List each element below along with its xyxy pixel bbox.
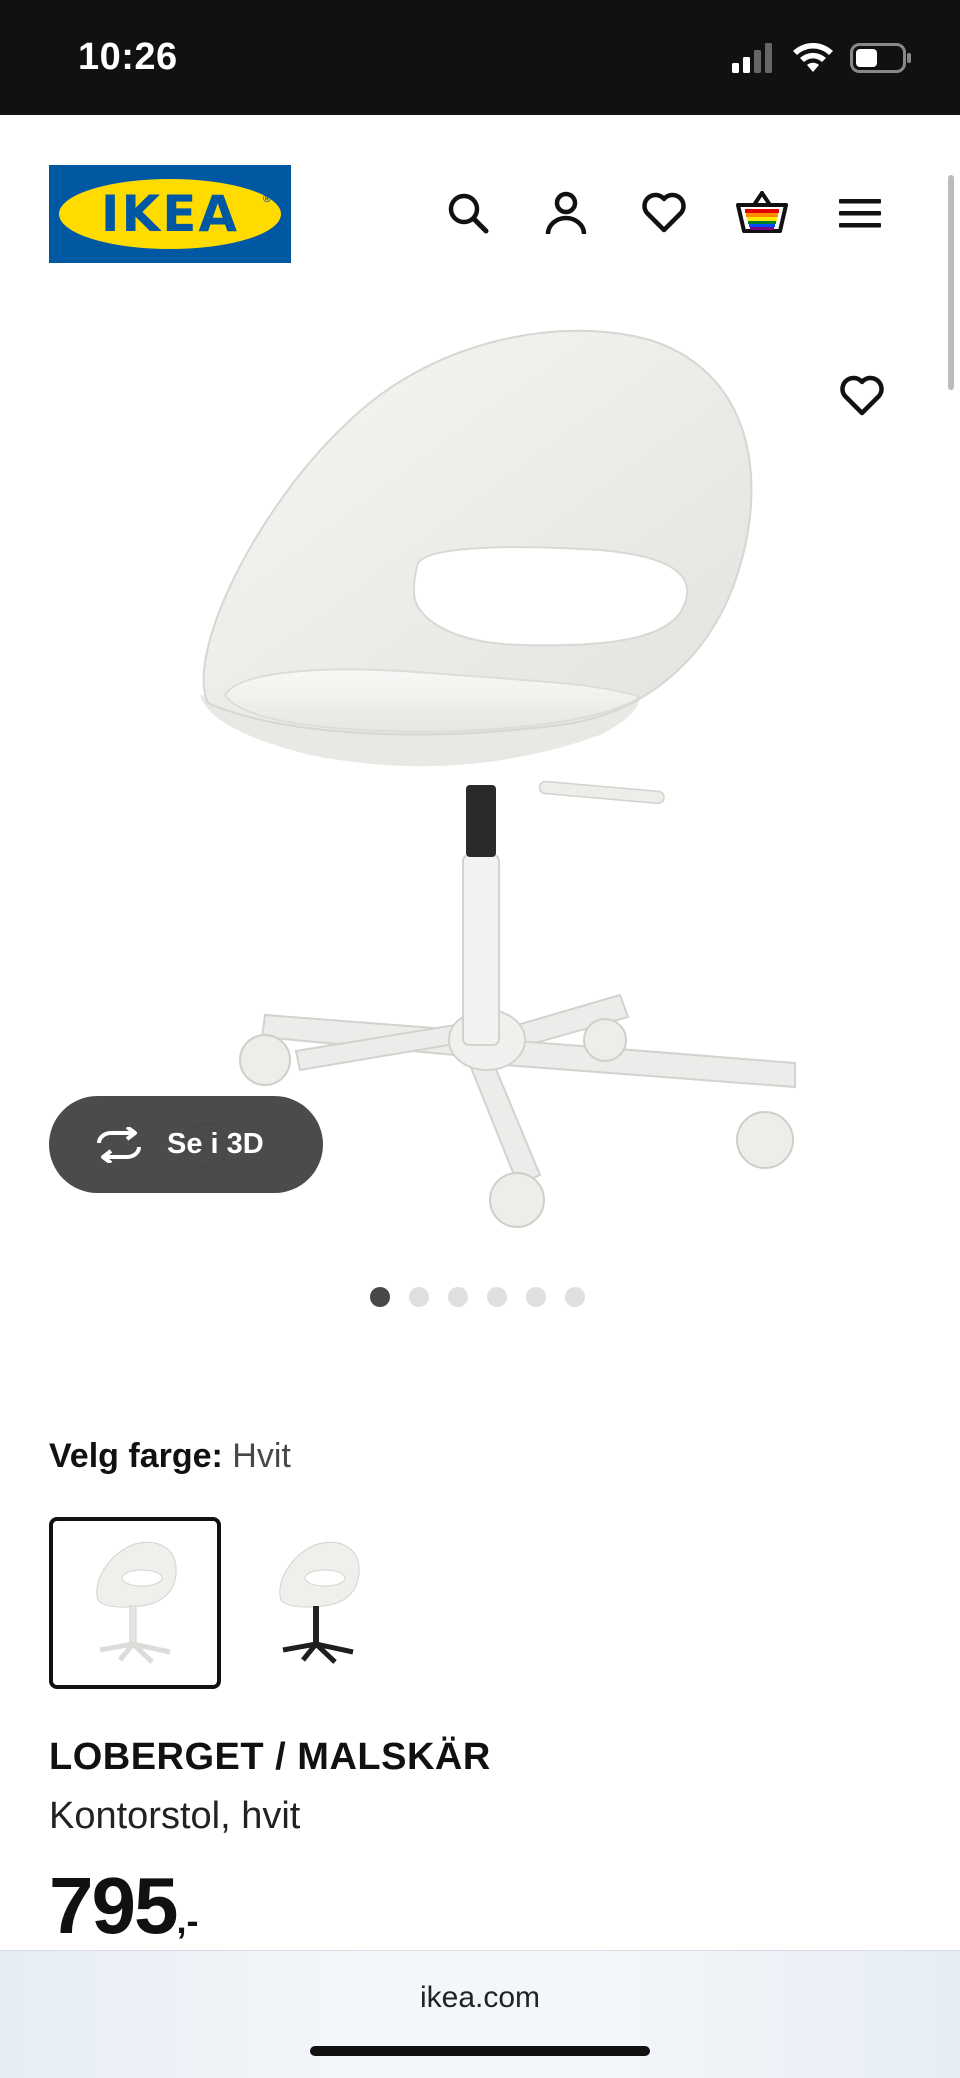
heart-icon	[840, 375, 884, 416]
carousel-dot[interactable]	[487, 1287, 507, 1307]
wifi-icon	[793, 43, 833, 72]
price-value: 795	[49, 1861, 178, 1950]
search-button[interactable]	[438, 183, 498, 243]
logo-text: IKEA	[100, 185, 240, 243]
product-price: 795,-	[49, 1860, 198, 1952]
browser-address-bar[interactable]: ikea.com	[0, 1950, 960, 2078]
home-indicator[interactable]	[310, 2046, 650, 2056]
status-bar: 10:26	[0, 0, 960, 115]
menu-icon	[839, 199, 881, 228]
account-icon	[545, 191, 587, 235]
battery-icon	[850, 43, 911, 73]
status-time: 10:26	[78, 36, 178, 78]
black-chair-thumbnail	[279, 1541, 360, 1664]
search-icon	[448, 193, 489, 234]
carousel-dot[interactable]	[565, 1287, 585, 1307]
view-3d-label: Se i 3D	[167, 1128, 264, 1160]
wishlist-icon	[642, 192, 686, 233]
carousel-dot[interactable]	[370, 1287, 390, 1307]
cart-icon	[736, 191, 788, 233]
registered-mark: ®	[262, 193, 271, 205]
color-label-value: Hvit	[232, 1437, 291, 1475]
ikea-logo[interactable]: IKEA ®	[49, 165, 291, 263]
account-button[interactable]	[536, 183, 596, 243]
cart-button[interactable]	[732, 183, 792, 243]
view-3d-button[interactable]: Se i 3D	[49, 1096, 323, 1193]
white-chair-thumbnail	[96, 1541, 177, 1664]
product-description: Kontorstol, hvit	[49, 1795, 301, 1837]
color-picker-label: Velg farge: Hvit	[49, 1437, 291, 1476]
carousel-dot[interactable]	[409, 1287, 429, 1307]
color-swatch-black[interactable]	[232, 1517, 404, 1689]
signal-icon	[732, 43, 772, 73]
carousel-indicator	[370, 1287, 585, 1307]
color-swatch-white[interactable]	[49, 1517, 221, 1689]
status-icons	[732, 42, 912, 74]
menu-button[interactable]	[830, 183, 890, 243]
carousel-dot[interactable]	[448, 1287, 468, 1307]
product-name[interactable]: LOBERGET / MALSKÄR	[49, 1736, 491, 1779]
wishlist-button[interactable]	[634, 183, 694, 243]
carousel-dot[interactable]	[526, 1287, 546, 1307]
price-suffix: ,-	[176, 1900, 199, 1941]
browser-url[interactable]: ikea.com	[0, 1981, 960, 2015]
site-header: IKEA ®	[0, 115, 960, 295]
save-to-wishlist-button[interactable]	[832, 366, 892, 426]
logo-oval: IKEA ®	[59, 179, 281, 249]
color-label-key: Velg farge:	[49, 1437, 223, 1475]
rotate-3d-icon	[97, 1126, 141, 1163]
